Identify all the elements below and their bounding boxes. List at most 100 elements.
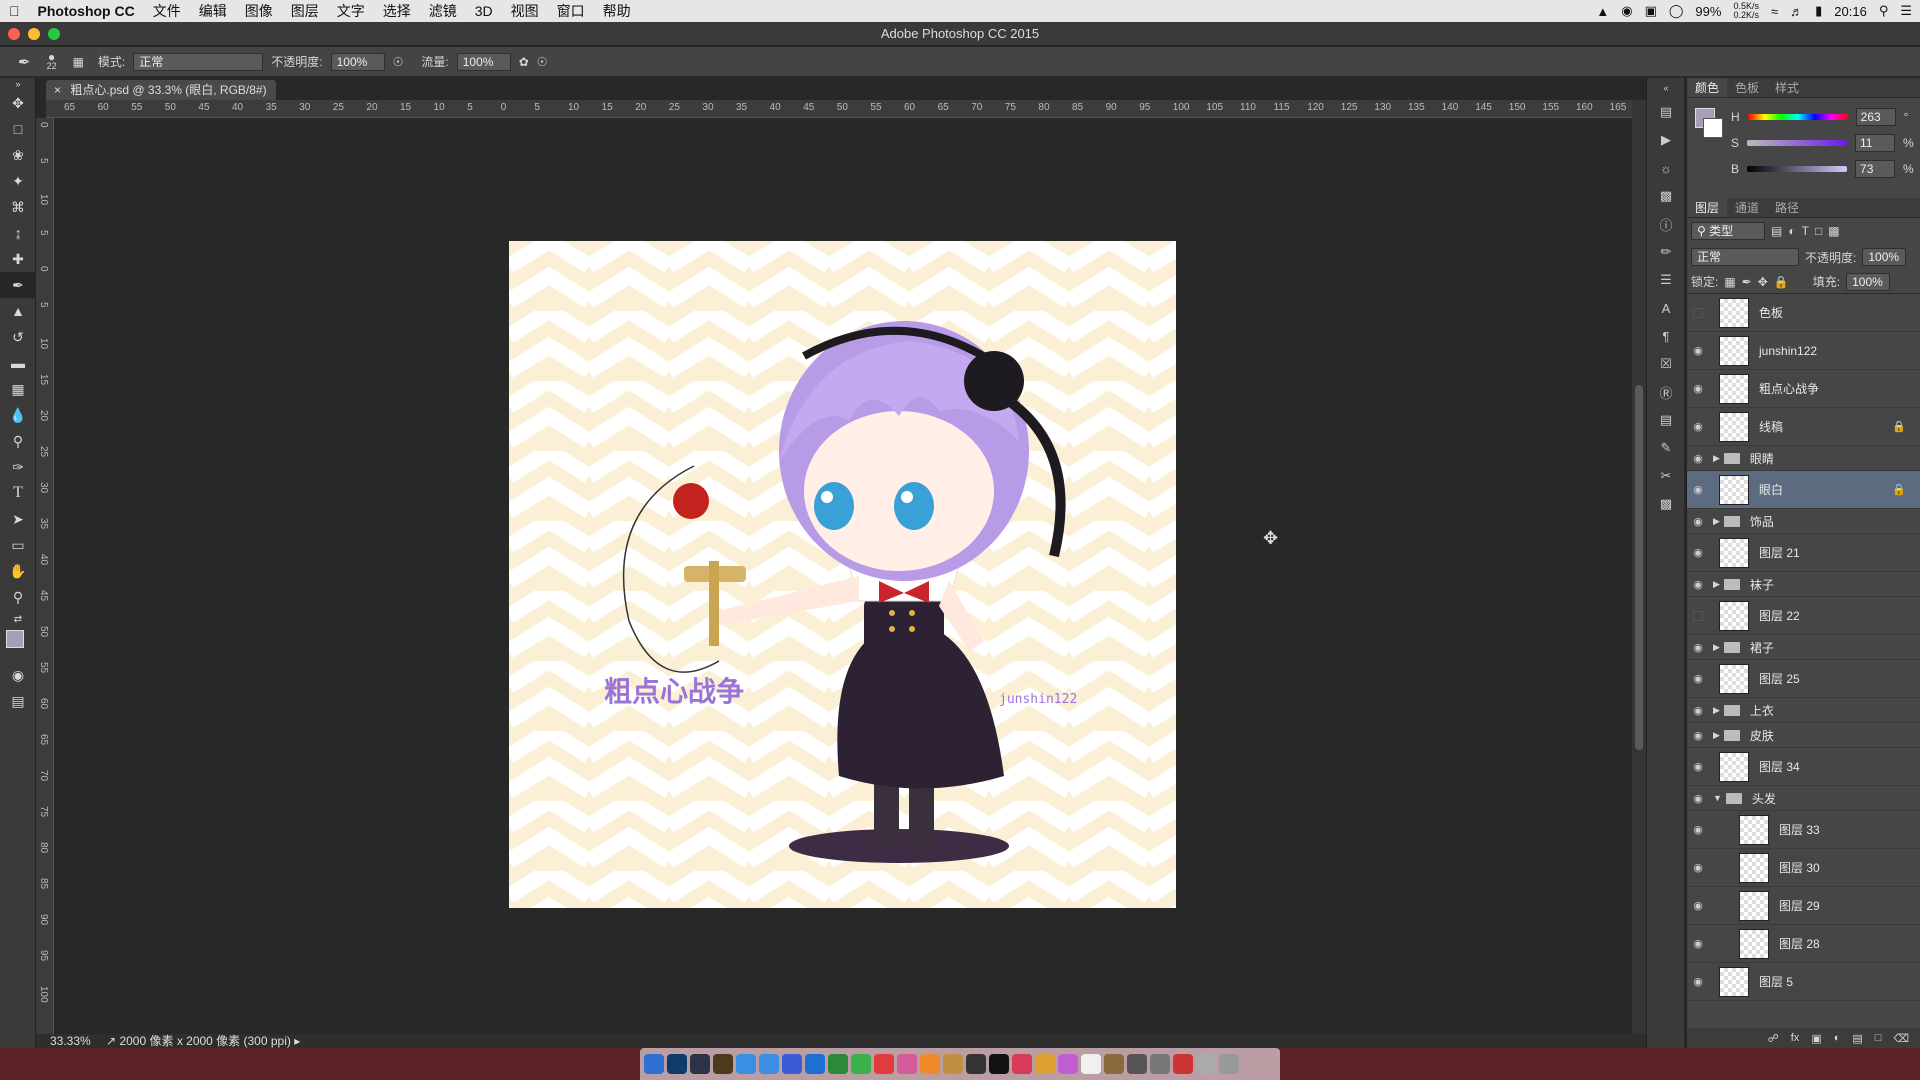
vertical-scrollbar[interactable]	[1632, 100, 1646, 1036]
collapsed-arrow-icon[interactable]: ▶	[1713, 730, 1720, 741]
visibility-eye-icon[interactable]: ◉	[1687, 704, 1709, 717]
visibility-eye-icon[interactable]: ◉	[1687, 452, 1709, 465]
new-layer-icon[interactable]: □	[1875, 1032, 1882, 1044]
brightness-value[interactable]: 73	[1855, 160, 1896, 178]
eraser-icon[interactable]: ▬	[0, 350, 36, 376]
libraries-panel-icon[interactable]: ▩	[1647, 490, 1685, 518]
filter-shape-icon[interactable]: □	[1815, 224, 1822, 238]
layer-group-row[interactable]: ◉ ▶ 饰品	[1687, 509, 1920, 534]
dock-app-icon[interactable]	[989, 1054, 1009, 1074]
glyphs-panel-icon[interactable]: Ⓡ	[1647, 378, 1685, 406]
layer-style-icon[interactable]: fx	[1791, 1032, 1800, 1044]
dock-app-icon[interactable]	[828, 1054, 848, 1074]
marquee-tool-icon[interactable]: □	[0, 116, 36, 142]
saturation-value[interactable]: 11	[1855, 134, 1896, 152]
hue-slider[interactable]	[1747, 114, 1848, 120]
history-panel-icon[interactable]: ▤	[1647, 98, 1685, 126]
visibility-eye-icon[interactable]: ◉	[1687, 515, 1709, 528]
zoom-level[interactable]: 33.33%	[50, 1034, 91, 1048]
dock-app-icon[interactable]	[920, 1054, 940, 1074]
brush-settings-icon[interactable]: ☰	[1647, 266, 1685, 294]
adjustments-panel-icon[interactable]: ☼	[1647, 154, 1685, 182]
layer-kind-filter[interactable]: ⚲ 类型	[1691, 222, 1765, 240]
tab-channels[interactable]: 通道	[1727, 198, 1767, 217]
list-icon[interactable]: ☰	[1900, 3, 1912, 19]
move-tool-icon[interactable]: ✥	[0, 90, 36, 116]
dock-app-icon[interactable]	[1127, 1054, 1147, 1074]
delete-layer-icon[interactable]: ⌫	[1893, 1032, 1909, 1045]
battery-ring-icon[interactable]: ◯	[1669, 3, 1684, 19]
share-icon[interactable]: ↗	[106, 1034, 116, 1048]
visibility-eye-icon[interactable]: ◉	[1687, 823, 1709, 836]
bell-icon[interactable]: ◉	[1621, 3, 1632, 19]
menu-help[interactable]: 帮助	[594, 1, 640, 21]
dock-app-icon[interactable]	[1173, 1054, 1193, 1074]
lock-position-icon[interactable]: ✥	[1758, 275, 1768, 289]
dock-app-icon[interactable]	[667, 1054, 687, 1074]
collapsed-arrow-icon[interactable]: ▶	[1713, 516, 1720, 527]
volume-icon[interactable]: ♬	[1790, 4, 1803, 19]
dock-app-icon[interactable]	[1012, 1054, 1032, 1074]
filter-adjustment-icon[interactable]: ◐	[1788, 224, 1795, 238]
layer-row[interactable]: 色板	[1687, 294, 1920, 332]
menu-select[interactable]: 选择	[374, 1, 420, 21]
collapsed-arrow-icon[interactable]: ▶	[1713, 453, 1720, 464]
dock-app-icon[interactable]	[1104, 1054, 1124, 1074]
visibility-eye-icon[interactable]	[1693, 610, 1703, 621]
visibility-eye-icon[interactable]: ◉	[1687, 672, 1709, 685]
vertical-ruler[interactable]: 0 5 10 5 0 5 10 15 20 25 30 35 40 45 50 55 60 65 70 75 80 85 9…	[36, 118, 54, 1038]
add-mask-icon[interactable]: ▣	[1811, 1032, 1821, 1045]
properties-panel-icon[interactable]: ▤	[1647, 406, 1685, 434]
apple-icon[interactable]: 	[0, 3, 29, 19]
dock-app-icon[interactable]	[1150, 1054, 1170, 1074]
lock-pixels-icon[interactable]: ✒	[1742, 275, 1752, 289]
flow-field[interactable]: 100%	[456, 52, 511, 71]
visibility-eye-icon[interactable]: ◉	[1687, 344, 1709, 357]
fill-field[interactable]: 100%	[1846, 272, 1891, 291]
dock-app-icon[interactable]	[736, 1054, 756, 1074]
path-select-icon[interactable]: ➤	[0, 506, 36, 532]
foreground-color[interactable]	[6, 630, 24, 648]
layer-row[interactable]: ◉ 图层 21	[1687, 534, 1920, 572]
dock-app-icon[interactable]	[1035, 1054, 1055, 1074]
document-tab[interactable]: × 粗点心.psd @ 33.3% (眼白, RGB/8#)	[46, 80, 276, 100]
dock-app-icon[interactable]	[1219, 1054, 1239, 1074]
collapse-panels-icon[interactable]: «	[1647, 78, 1685, 98]
quick-mask-icon[interactable]: ◉	[0, 662, 36, 688]
layer-row[interactable]: ◉ 图层 30	[1687, 849, 1920, 887]
new-group-icon[interactable]: ▤	[1852, 1032, 1862, 1045]
opacity-field[interactable]: 100%	[330, 52, 385, 71]
dock-app-icon[interactable]	[690, 1054, 710, 1074]
layer-row[interactable]: ◉ 图层 29	[1687, 887, 1920, 925]
expand-arrow-icon[interactable]: ▸	[294, 1034, 300, 1048]
pressure-size-icon[interactable]: ☉	[537, 55, 548, 69]
actions-panel-icon[interactable]: ▶	[1647, 126, 1685, 154]
wifi-icon[interactable]: ≈	[1771, 4, 1778, 19]
brush-tool-icon[interactable]: ✒	[0, 272, 36, 298]
horizontal-ruler[interactable]: 65 60 55 50 45 40 35 30 25 20 15 10 5 0 5 10 15 20 25 30 35 4…	[46, 100, 1632, 118]
vertical-scroll-thumb[interactable]	[1635, 385, 1643, 750]
stamp-tool-icon[interactable]: ▲	[0, 298, 36, 324]
histogram-panel-icon[interactable]: ▩	[1647, 182, 1685, 210]
dock-app-icon[interactable]	[874, 1054, 894, 1074]
swap-colors-icon[interactable]: ⇄	[0, 610, 36, 628]
menu-app-name[interactable]: Photoshop CC	[29, 3, 144, 19]
tool-presets-icon[interactable]: ✂	[1647, 462, 1685, 490]
visibility-eye-icon[interactable]: ◉	[1687, 975, 1709, 988]
saturation-slider[interactable]	[1747, 140, 1848, 146]
dock-app-icon[interactable]	[644, 1054, 664, 1074]
menu-3d[interactable]: 3D	[466, 3, 502, 19]
menu-filter[interactable]: 滤镜	[420, 1, 466, 21]
crop-tool-icon[interactable]: ⌘	[0, 194, 36, 220]
layer-row[interactable]: ◉ 粗点心战争	[1687, 370, 1920, 408]
layer-row[interactable]: ◉ 线稿 🔒	[1687, 408, 1920, 446]
blur-tool-icon[interactable]: 💧	[0, 402, 36, 428]
visibility-eye-icon[interactable]: ◉	[1687, 861, 1709, 874]
dock-app-icon[interactable]	[782, 1054, 802, 1074]
menu-window[interactable]: 窗口	[548, 1, 594, 21]
close-tab-icon[interactable]: ×	[54, 83, 61, 97]
visibility-eye-icon[interactable]: ◉	[1687, 420, 1709, 433]
menu-view[interactable]: 视图	[502, 1, 548, 21]
dock-app-icon[interactable]	[897, 1054, 917, 1074]
shape-tool-icon[interactable]: ▭	[0, 532, 36, 558]
